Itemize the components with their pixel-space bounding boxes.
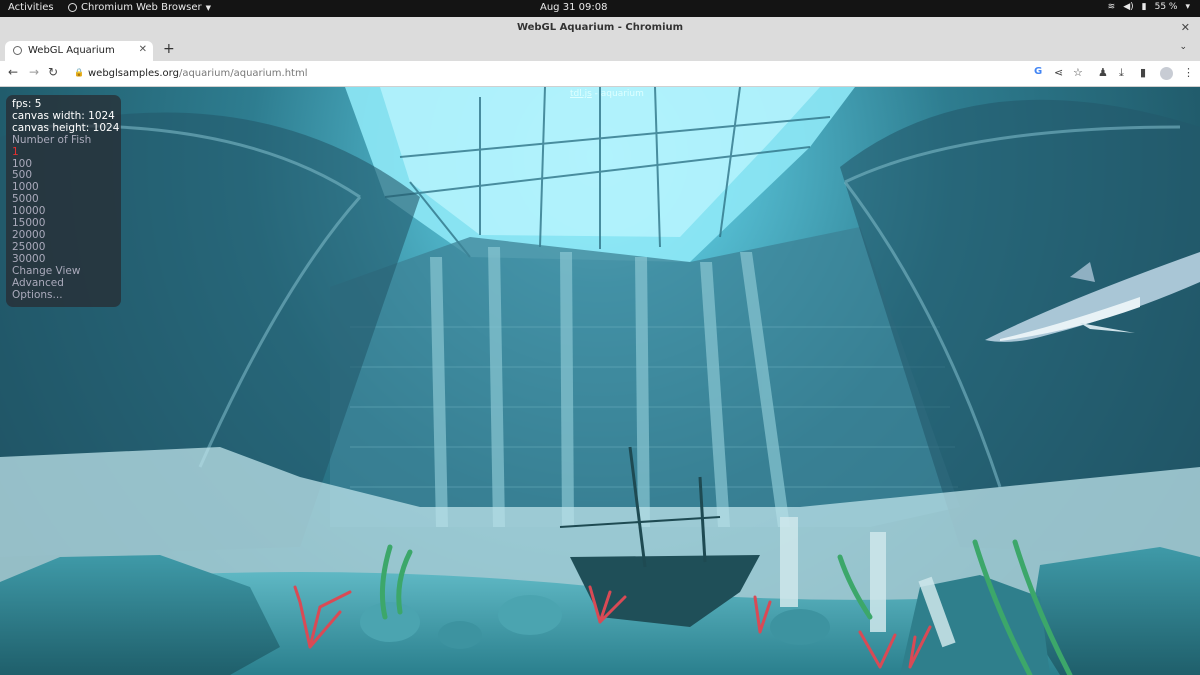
side-panel-icon[interactable]: ▮ xyxy=(1140,66,1146,79)
url-path: /aquarium/aquarium.html xyxy=(178,68,308,79)
address-bar[interactable]: 🔒 webglsamples.org/aquarium/aquarium.htm… xyxy=(66,64,1096,84)
new-tab-button[interactable]: + xyxy=(163,41,175,57)
fish-count-header: Number of Fish xyxy=(12,133,92,146)
chevron-down-icon: ▾ xyxy=(1185,2,1190,12)
tab-webgl-aquarium[interactable]: WebGL Aquarium ✕ xyxy=(5,41,153,61)
volume-icon: ◀) xyxy=(1123,2,1134,12)
forward-button[interactable]: → xyxy=(29,65,39,79)
back-button[interactable]: ← xyxy=(8,65,18,79)
wifi-icon: ≋ xyxy=(1107,2,1116,12)
window-title: WebGL Aquarium - Chromium xyxy=(516,22,684,33)
tab-title: WebGL Aquarium xyxy=(28,45,115,56)
change-view-link[interactable]: Change View xyxy=(12,265,121,278)
chevron-down-icon: ▼ xyxy=(205,3,212,12)
credit-line: tdl.js - aquarium xyxy=(570,89,644,99)
fish-option-25000[interactable]: 25000 xyxy=(12,241,121,254)
system-tray[interactable]: ≋ ◀) ▮ 55 % ▾ xyxy=(1108,2,1190,12)
globe-icon xyxy=(13,46,22,55)
chromium-icon xyxy=(68,3,77,12)
battery-icon: ▮ xyxy=(1141,2,1147,12)
lock-icon[interactable]: 🔒 xyxy=(74,68,84,77)
tdljs-link[interactable]: tdl.js xyxy=(570,89,592,99)
canvas-height-readout: canvas height: 1024 xyxy=(12,121,120,134)
tab-search-icon[interactable]: ⌄ xyxy=(1179,42,1187,52)
browser-toolbar: ← → ↻ 🔒 webglsamples.org/aquarium/aquari… xyxy=(0,61,1200,87)
system-top-bar: Activities Chromium Web Browser ▼ Aug 31… xyxy=(0,0,1200,17)
bookmark-star-icon[interactable]: ☆ xyxy=(1073,66,1083,79)
app-menu[interactable]: Chromium Web Browser ▼ xyxy=(68,2,211,13)
activities-button[interactable]: Activities xyxy=(8,2,54,13)
fish-option-30000[interactable]: 30000 xyxy=(12,253,121,266)
close-tab-icon[interactable]: ✕ xyxy=(139,44,147,55)
options-panel: fps: 5 canvas width: 1024 canvas height:… xyxy=(6,95,121,307)
advanced-link[interactable]: Advanced xyxy=(12,277,121,290)
reload-button[interactable]: ↻ xyxy=(48,65,58,79)
app-menu-label: Chromium Web Browser xyxy=(81,2,202,13)
url-host: webglsamples.org xyxy=(88,68,179,79)
tab-strip: WebGL Aquarium ✕ + ⌄ xyxy=(0,39,1200,61)
battery-percent: 55 % xyxy=(1154,2,1178,12)
profile-avatar[interactable] xyxy=(1160,67,1173,80)
url-text[interactable]: webglsamples.org/aquarium/aquarium.html xyxy=(88,68,307,79)
menu-kebab-icon[interactable]: ⋮ xyxy=(1183,66,1194,79)
options-link[interactable]: Options... xyxy=(12,289,121,302)
google-icon[interactable]: G xyxy=(1034,66,1042,77)
aquarium-scene xyxy=(0,87,1200,675)
clock[interactable]: Aug 31 09:08 xyxy=(540,2,607,13)
fish-option-1[interactable]: 1 xyxy=(12,146,121,159)
extensions-icon[interactable]: ♟ xyxy=(1098,66,1108,79)
close-window-icon[interactable]: ✕ xyxy=(1181,17,1190,39)
credit-text: - aquarium xyxy=(591,89,644,99)
share-icon[interactable]: ⋖ xyxy=(1054,66,1063,79)
window-titlebar: WebGL Aquarium - Chromium ✕ xyxy=(0,17,1200,39)
download-icon[interactable]: ⤓ xyxy=(1119,66,1124,80)
aquarium-canvas[interactable]: tdl.js - aquarium fps: 5 canvas width: 1… xyxy=(0,87,1200,675)
